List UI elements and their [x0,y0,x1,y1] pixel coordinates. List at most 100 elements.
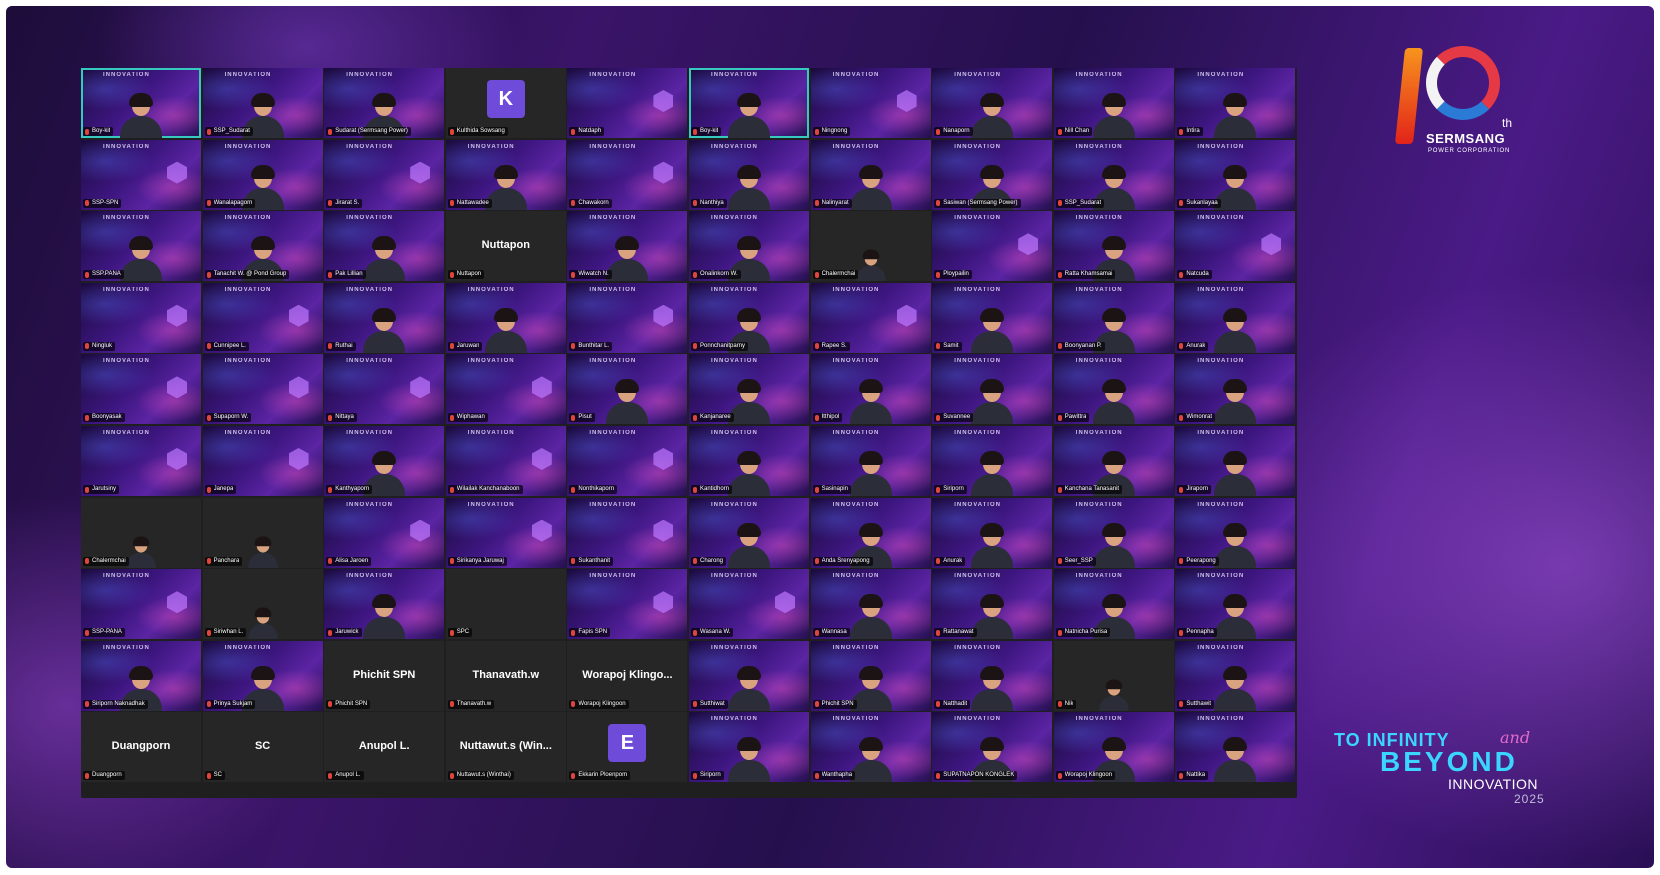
participant-tile[interactable]: INNOVATION Nanthiya [689,139,809,210]
participant-tile[interactable]: INNOVATION Siriporn [932,426,1053,496]
participant-tile[interactable]: INNOVATION Wiwatch N. [567,211,688,282]
participant-tile[interactable]: INNOVATION Pisut [567,354,688,425]
participant-tile[interactable]: INNOVATION SSP_Sudarat [202,68,323,138]
participant-tile[interactable]: INNOVATION Boonyanan P. [1053,282,1174,353]
participant-tile[interactable]: Panchara [202,497,323,568]
participant-tile[interactable]: INNOVATION Sasiwan (Sermsang Power) [932,139,1053,210]
participant-tile[interactable]: INNOVATION Jirarat S. [324,139,445,210]
participant-tile[interactable]: INNOVATION Sukanthanit [567,497,688,568]
participant-tile[interactable]: INNOVATION Nill Chan [1053,68,1174,138]
participant-tile[interactable]: INNOVATION Alisa Jaroen [324,497,445,568]
participant-tile[interactable]: Chalermchai [81,497,201,568]
participant-tile[interactable]: INNOVATION Anurak [932,497,1053,568]
participant-tile[interactable]: INNOVATION Onalinkorn W. [689,211,809,282]
participant-tile[interactable]: INNOVATION Worapoj Klingoon [1053,712,1174,783]
participant-tile[interactable]: INNOVATION Sudarat (Sermsang Power) [324,68,445,138]
participant-tile[interactable]: INNOVATION Pennapha [1175,569,1296,640]
participant-tile[interactable]: SC SC [202,712,323,783]
participant-tile[interactable]: INNOVATION Boy-kit [81,68,201,138]
participant-tile[interactable]: INNOVATION Wanalapagorn [202,139,323,210]
participant-tile[interactable]: INNOVATION Sirikanya Jaruwaj [445,497,566,568]
participant-tile[interactable]: Phichit SPN Phichit SPN [324,640,445,711]
participant-tile[interactable]: INNOVATION Siriporn [689,712,809,783]
participant-tile[interactable]: INNOVATION Wasana W. [689,569,809,640]
participant-tile[interactable]: INNOVATION Ningluk [81,282,201,353]
participant-tile[interactable]: INNOVATION Itthipol [810,354,931,425]
participant-tile[interactable]: INNOVATION Wilailak Kanchanaboon [445,426,566,496]
participant-tile[interactable]: INNOVATION Nalinyarat [810,139,931,210]
participant-tile[interactable]: INNOVATION Natcuda [1175,211,1296,282]
participant-tile[interactable]: INNOVATION Prinya Sukjam [202,640,323,711]
participant-tile[interactable]: INNOVATION SUPATNAPON KONGLEK [932,712,1053,783]
participant-tile[interactable]: INNOVATION Ponnchanitparny [689,282,809,353]
participant-tile[interactable]: Duangporn Duangporn [81,712,201,783]
participant-tile[interactable]: INNOVATION Sasinapin [810,426,931,496]
participant-tile[interactable]: INNOVATION Nattawadee [445,139,566,210]
participant-tile[interactable]: INNOVATION Tanachit W. @ Pond Group [202,211,323,282]
participant-tile[interactable]: INNOVATION Seer_SSP [1053,497,1174,568]
participant-tile[interactable]: INNOVATION Intira [1175,68,1296,138]
participant-tile[interactable]: INNOVATION Samit [932,282,1053,353]
participant-tile[interactable]: Anupol L. Anupol L. [324,712,445,783]
participant-tile[interactable]: Thanavath.w Thanavath.w [445,640,566,711]
participant-tile[interactable]: INNOVATION Cunnipee L. [202,282,323,353]
participant-tile[interactable]: INNOVATION Kanthyaporn [324,426,445,496]
participant-tile[interactable]: INNOVATION Boonyasak [81,354,201,425]
participant-tile[interactable]: INNOVATION Ratta Khamsamai [1053,211,1174,282]
participant-tile[interactable]: INNOVATION SSP_Sudarat [1053,139,1174,210]
participant-tile[interactable]: Worapoj Klingo... Worapoj Klingoon [567,640,688,711]
participant-tile[interactable]: INNOVATION Natnicha Purisa [1053,569,1174,640]
participant-tile[interactable]: E Ekkarin Ploenpom [567,712,688,783]
participant-tile[interactable]: INNOVATION Natdaph [567,68,688,138]
participant-tile[interactable]: INNOVATION Pawittra [1053,354,1174,425]
participant-tile[interactable]: INNOVATION Nonthikaporn [567,426,688,496]
participant-tile[interactable]: INNOVATION Charong [689,497,809,568]
participant-tile[interactable]: INNOVATION Wimonrat [1175,354,1296,425]
participant-tile[interactable]: INNOVATION Jarutsiny [81,426,201,496]
participant-tile[interactable]: INNOVATION Jiraporn [1175,426,1296,496]
participant-tile[interactable]: INNOVATION Kanchana Tanasanit [1053,426,1174,496]
participant-tile[interactable]: INNOVATION Rapee S. [810,282,931,353]
participant-tile[interactable]: INNOVATION Pak Lillian [324,211,445,282]
participant-tile[interactable]: INNOVATION SSP.PANA [81,211,201,282]
participant-tile[interactable]: INNOVATION Kantidhorn [689,426,809,496]
participant-tile[interactable]: INNOVATION Sukanlayaa [1175,139,1296,210]
participant-tile[interactable]: SPC [445,569,566,640]
participant-tile[interactable]: INNOVATION Rattanawat [932,569,1053,640]
participant-tile[interactable]: INNOVATION Nattika [1175,712,1296,783]
participant-tile[interactable]: K Kulthida Sowsang [445,68,566,138]
participant-tile[interactable]: INNOVATION Wiphawan [445,354,566,425]
participant-tile[interactable]: INNOVATION Peerapong [1175,497,1296,568]
participant-tile[interactable]: INNOVATION Jaruwan [445,282,566,353]
participant-tile[interactable]: INNOVATION Ploypailin [932,211,1053,282]
participant-tile[interactable]: INNOVATION Janepa [202,426,323,496]
participant-tile[interactable]: INNOVATION Wannasa [810,569,931,640]
participant-tile[interactable]: INNOVATION SSP-SPN [81,139,201,210]
participant-tile[interactable]: INNOVATION Bunthitar L. [567,282,688,353]
participant-tile[interactable]: INNOVATION Kanjanaree [689,354,809,425]
participant-tile[interactable]: INNOVATION Phichit SPN [810,640,931,711]
participant-tile[interactable]: INNOVATION Suvannee [932,354,1053,425]
participant-tile[interactable]: INNOVATION Sutthiwat [689,640,809,711]
participant-tile[interactable]: Nuttawut.s (Win... Nuttawut.s (Winthai) [445,712,566,783]
participant-tile[interactable]: INNOVATION Jaruwick [324,569,445,640]
participant-tile[interactable]: INNOVATION Siriporn Naknadhak [81,640,201,711]
participant-tile[interactable]: INNOVATION Fapis SPN [567,569,688,640]
participant-tile[interactable]: Nik [1053,640,1174,711]
participant-tile[interactable]: INNOVATION Nittaya [324,354,445,425]
participant-tile[interactable]: INNOVATION SSP-PANA [81,569,201,640]
participant-tile[interactable]: INNOVATION Natthadit [932,640,1053,711]
participant-tile[interactable]: Siriwhan L. [202,569,323,640]
participant-tile[interactable]: INNOVATION Ruthai [324,282,445,353]
participant-tile[interactable]: INNOVATION Wanthapha [810,712,931,783]
participant-tile[interactable]: Chalermchai [810,211,931,282]
participant-tile[interactable]: INNOVATION Supaporn W. [202,354,323,425]
participant-tile[interactable]: INNOVATION Ningnong [810,68,931,138]
participant-tile[interactable]: INNOVATION Nanaporn [932,68,1053,138]
participant-tile[interactable]: INNOVATION Boy-kit [689,68,809,138]
participant-tile[interactable]: INNOVATION Chawakorn [567,139,688,210]
participant-tile[interactable]: INNOVATION Sutthawit [1175,640,1296,711]
participant-tile[interactable]: Nuttapon Nuttapon [445,211,566,282]
participant-tile[interactable]: INNOVATION Anurak [1175,282,1296,353]
participant-tile[interactable]: INNOVATION Anda Srenyapong [810,497,931,568]
